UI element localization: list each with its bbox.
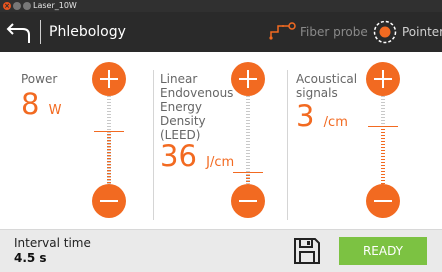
power-value-display: 8 W bbox=[21, 88, 62, 127]
acoustical-increase-button[interactable] bbox=[366, 62, 400, 96]
leed-label: Linear Endovenous Energy Density (LEED) bbox=[160, 72, 234, 142]
back-arrow-icon[interactable] bbox=[6, 20, 32, 44]
acoustical-label: Acoustical signals bbox=[296, 72, 358, 100]
fiber-probe-label[interactable]: Fiber probe bbox=[300, 12, 368, 52]
acoustical-slider-thumb[interactable] bbox=[368, 126, 398, 127]
leed-slider-fill bbox=[246, 172, 250, 184]
ready-button[interactable]: READY bbox=[339, 237, 427, 265]
window-close-icon[interactable]: × bbox=[3, 2, 11, 10]
acoustical-decrease-button[interactable] bbox=[366, 184, 400, 218]
window-minimize-icon[interactable] bbox=[13, 2, 21, 10]
acoustical-unit: /cm bbox=[323, 115, 348, 130]
app-header: Phlebology Fiber probe Pointer bbox=[0, 12, 442, 52]
power-increase-button[interactable] bbox=[92, 62, 126, 96]
leed-slider-track[interactable] bbox=[233, 96, 263, 184]
window-title: Laser_10W bbox=[33, 1, 77, 10]
power-unit: W bbox=[48, 103, 62, 118]
window-titlebar: × Laser_10W bbox=[0, 0, 442, 12]
page-title: Phlebology bbox=[49, 24, 126, 40]
power-label: Power bbox=[21, 72, 58, 86]
leed-decrease-button[interactable] bbox=[231, 184, 265, 218]
fiber-probe-icon[interactable] bbox=[266, 22, 298, 42]
leed-unit: J/cm bbox=[206, 155, 235, 170]
leed-panel: Linear Endovenous Energy Density (LEED) … bbox=[154, 52, 287, 229]
power-decrease-button[interactable] bbox=[92, 184, 126, 218]
interval-time-label: Interval time bbox=[14, 236, 91, 250]
interval-time-value: 4.5 s bbox=[14, 251, 47, 265]
power-value: 8 bbox=[21, 87, 40, 121]
power-slider-track[interactable] bbox=[94, 96, 124, 184]
power-slider-thumb[interactable] bbox=[94, 131, 124, 132]
acoustical-panel: Acoustical signals 3 /cm bbox=[288, 52, 442, 229]
window-maximize-icon[interactable] bbox=[23, 2, 31, 10]
acoustical-slider-track[interactable] bbox=[368, 96, 398, 184]
power-slider-fill bbox=[107, 131, 111, 184]
pointer-icon[interactable] bbox=[373, 20, 397, 44]
acoustical-value-display: 3 /cm bbox=[296, 100, 348, 139]
acoustical-slider-fill bbox=[381, 126, 385, 184]
footer-bar: Interval time 4.5 s READY bbox=[0, 229, 442, 272]
leed-value: 36 bbox=[160, 139, 197, 173]
header-divider bbox=[40, 20, 41, 44]
acoustical-value: 3 bbox=[296, 99, 315, 133]
leed-slider-thumb[interactable] bbox=[233, 172, 263, 173]
power-panel: Power 8 W bbox=[0, 52, 153, 229]
leed-increase-button[interactable] bbox=[231, 62, 265, 96]
leed-slider[interactable] bbox=[231, 62, 267, 218]
leed-value-display: 36 J/cm bbox=[160, 140, 234, 179]
save-icon[interactable] bbox=[292, 236, 322, 266]
acoustical-slider[interactable] bbox=[366, 62, 402, 218]
pointer-label[interactable]: Pointer bbox=[402, 12, 442, 52]
power-slider[interactable] bbox=[92, 62, 128, 218]
